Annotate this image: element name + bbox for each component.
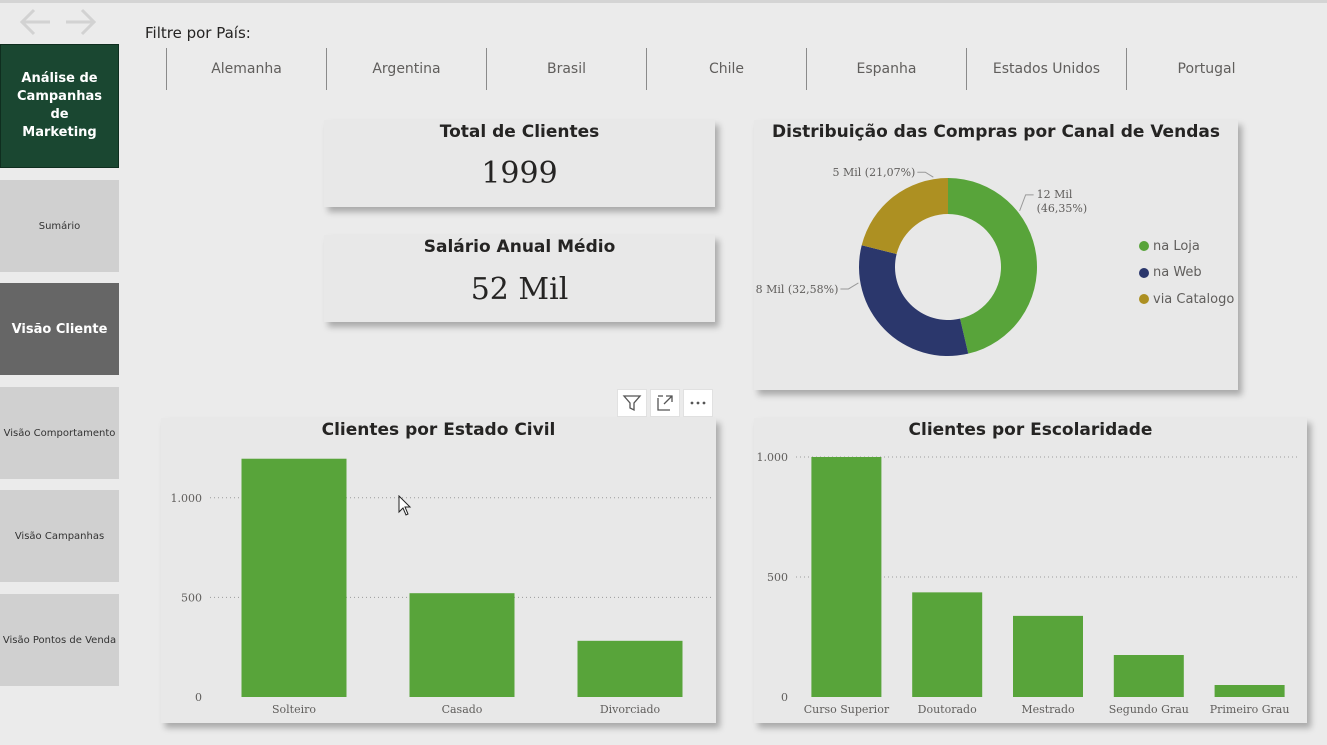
- kpi-title: Salário Anual Médio: [423, 237, 616, 257]
- sidebar-item-visao-pontos-de-venda[interactable]: Visão Pontos de Venda: [0, 594, 119, 686]
- bar[interactable]: [811, 457, 882, 697]
- bar[interactable]: [912, 592, 983, 697]
- x-tick-label: Primeiro Grau: [1210, 703, 1290, 716]
- kpi-value: 52 Mil: [470, 272, 569, 307]
- legend-label: via Catalogo: [1153, 291, 1235, 307]
- slicer-item-alemanha[interactable]: Alemanha: [166, 48, 326, 90]
- x-tick-label: Divorciado: [600, 703, 661, 716]
- kpi-card-salario-anual[interactable]: Salário Anual Médio 52 Mil: [324, 235, 715, 322]
- slicer-item-chile[interactable]: Chile: [646, 48, 806, 90]
- donut-slice-2[interactable]: [861, 178, 948, 255]
- top-border: [0, 0, 1327, 3]
- slicer-item-estados-unidos[interactable]: Estados Unidos: [966, 48, 1126, 90]
- bar[interactable]: [1013, 615, 1083, 697]
- more-options-icon[interactable]: [683, 389, 713, 417]
- mouse-cursor-icon: [398, 494, 412, 521]
- bar[interactable]: [241, 458, 347, 697]
- bar[interactable]: [409, 593, 515, 697]
- kpi-value: 1999: [481, 156, 558, 191]
- sidebar-item-visao-cliente[interactable]: Visão Cliente: [0, 283, 119, 375]
- filter-icon[interactable]: [617, 389, 647, 417]
- x-tick-label: Mestrado: [1021, 703, 1075, 716]
- leader-line: [1019, 194, 1034, 212]
- y-tick-label: 500: [767, 571, 788, 584]
- bar[interactable]: [577, 640, 683, 697]
- legend-label: na Loja: [1153, 238, 1200, 254]
- visual-header-toolbar: [617, 389, 713, 417]
- legend-item-na-loja[interactable]: na Loja: [1139, 233, 1234, 260]
- report-title: Análise de Campanhas de Marketing: [0, 44, 119, 168]
- arrow-right-icon[interactable]: [64, 6, 98, 38]
- x-tick-label: Segundo Grau: [1109, 703, 1189, 716]
- slicer-item-brasil[interactable]: Brasil: [486, 48, 646, 90]
- slicer-item-portugal[interactable]: Portugal: [1126, 48, 1286, 90]
- sidebar-item-visao-comportamento[interactable]: Visão Comportamento: [0, 387, 119, 479]
- sidebar-item-label: Visão Comportamento: [3, 427, 116, 439]
- sidebar-item-sumario[interactable]: Sumário: [0, 180, 119, 272]
- x-tick-label: Curso Superior: [804, 703, 890, 716]
- data-label: 5 Mil (21,07%): [833, 166, 916, 179]
- focus-mode-icon[interactable]: [650, 389, 680, 417]
- legend-dot: [1139, 241, 1149, 252]
- legend-dot: [1139, 267, 1149, 278]
- sidebar-item-label: Visão Campanhas: [14, 530, 105, 542]
- y-tick-label: 1.000: [171, 492, 203, 505]
- slicer-item-espanha[interactable]: Espanha: [806, 48, 966, 90]
- y-tick-label: 500: [181, 591, 202, 604]
- slicer-item-argentina[interactable]: Argentina: [326, 48, 486, 90]
- report-title-text: Análise de Campanhas de Marketing: [17, 71, 102, 140]
- legend-dot: [1139, 294, 1149, 305]
- x-tick-label: Casado: [442, 703, 483, 716]
- sidebar-item-visao-campanhas[interactable]: Visão Campanhas: [0, 490, 119, 582]
- data-label: 8 Mil (32,58%): [756, 283, 839, 296]
- bar[interactable]: [1113, 655, 1184, 697]
- x-tick-label: Doutorado: [918, 703, 977, 716]
- y-tick-label: 0: [195, 691, 202, 704]
- filter-label: Filtre por País:: [145, 24, 251, 42]
- bar[interactable]: [1214, 685, 1285, 697]
- legend-item-via-catalogo[interactable]: via Catalogo: [1139, 286, 1234, 313]
- bar-chart-escolaridade: 0 500 1.000 Curso Superior Doutorado Mestrado…: [757, 451, 1300, 716]
- arrow-left-icon[interactable]: [18, 6, 52, 38]
- bar-chart-estado-civil: 0 500 1.000 Solteiro Casado Divorciado: [171, 458, 714, 716]
- country-slicer: Alemanha Argentina Brasil Chile Espanha …: [166, 48, 1286, 90]
- leader-line: [917, 171, 934, 178]
- kpi-card-total-clientes[interactable]: Total de Clientes 1999: [324, 120, 715, 207]
- legend-label: na Web: [1153, 265, 1202, 281]
- chart-legend: na Loja na Web via Catalogo: [1139, 233, 1234, 313]
- sidebar-item-label: Visão Pontos de Venda: [2, 634, 117, 646]
- data-label: 12 Mil (46,35%): [1037, 188, 1088, 215]
- y-tick-label: 0: [781, 691, 788, 704]
- leader-line: [840, 282, 859, 290]
- kpi-title: Total de Clientes: [439, 122, 600, 142]
- legend-item-na-web[interactable]: na Web: [1139, 260, 1234, 287]
- y-tick-label: 1.000: [757, 451, 789, 464]
- donut-slice-1[interactable]: [859, 245, 969, 356]
- sidebar-item-label: Sumário: [38, 220, 81, 232]
- sidebar-item-label: Visão Cliente: [11, 321, 108, 337]
- x-tick-label: Solteiro: [272, 703, 316, 716]
